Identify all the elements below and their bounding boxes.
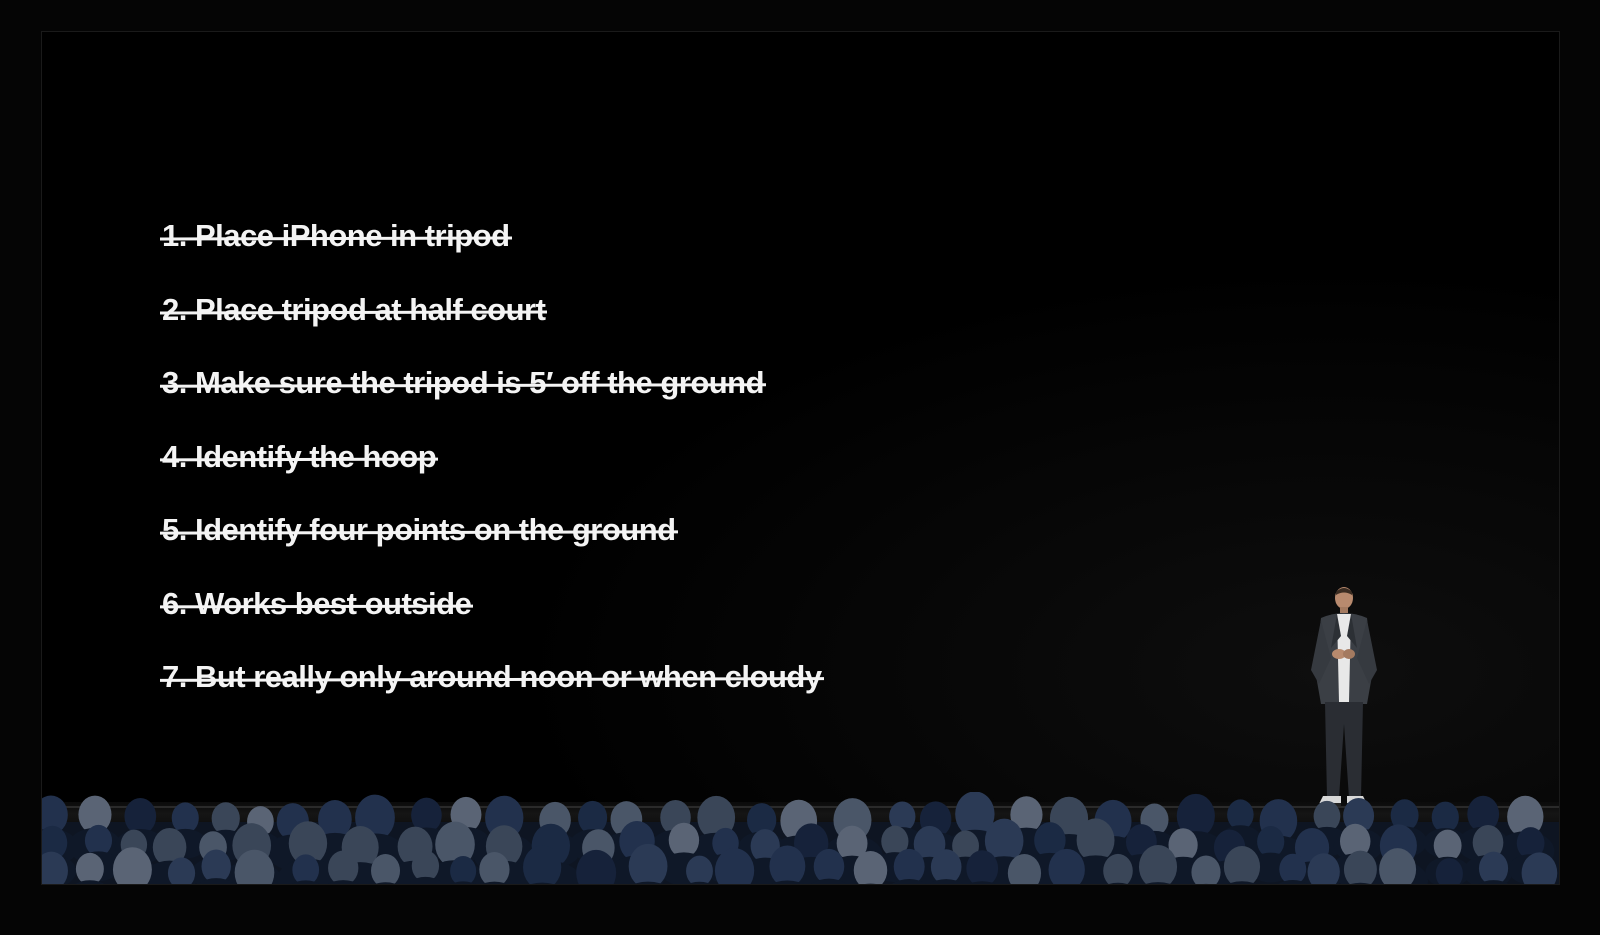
checklist-item-text: 6. Works best outside [162, 584, 472, 624]
struck-through-checklist: 1. Place iPhone in tripod 2. Place tripo… [162, 216, 822, 731]
presenter-figure [1311, 587, 1377, 806]
audience-head [1279, 853, 1307, 884]
audience-head [292, 854, 320, 884]
audience-head [893, 848, 925, 884]
checklist-item-text: 7. But really only around noon or when c… [162, 657, 822, 697]
checklist-item: 2. Place tripod at half court [162, 290, 822, 364]
audience-head [328, 850, 359, 884]
checklist-item: 7. But really only around noon or when c… [162, 657, 822, 731]
checklist-item: 3. Make sure the tripod is 5′ off the gr… [162, 363, 822, 437]
checklist-item: 1. Place iPhone in tripod [162, 216, 822, 290]
checklist-item-text: 3. Make sure the tripod is 5′ off the gr… [162, 363, 765, 403]
audience-silhouettes [42, 792, 1559, 884]
audience-head [75, 852, 104, 884]
checklist-item-text: 2. Place tripod at half court [162, 290, 546, 330]
checklist-item-text: 5. Identify four points on the ground [162, 510, 676, 550]
audience-head [930, 849, 962, 884]
checklist-item: 5. Identify four points on the ground [162, 510, 822, 584]
checklist-item-text: 1. Place iPhone in tripod [162, 216, 510, 256]
checklist-item: 4. Identify the hoop [162, 437, 822, 511]
audience-head [1478, 851, 1509, 884]
checklist-item-text: 4. Identify the hoop [162, 437, 437, 477]
keynote-video-frame: 1. Place iPhone in tripod 2. Place tripo… [41, 31, 1560, 885]
checklist-item: 6. Works best outside [162, 584, 822, 658]
